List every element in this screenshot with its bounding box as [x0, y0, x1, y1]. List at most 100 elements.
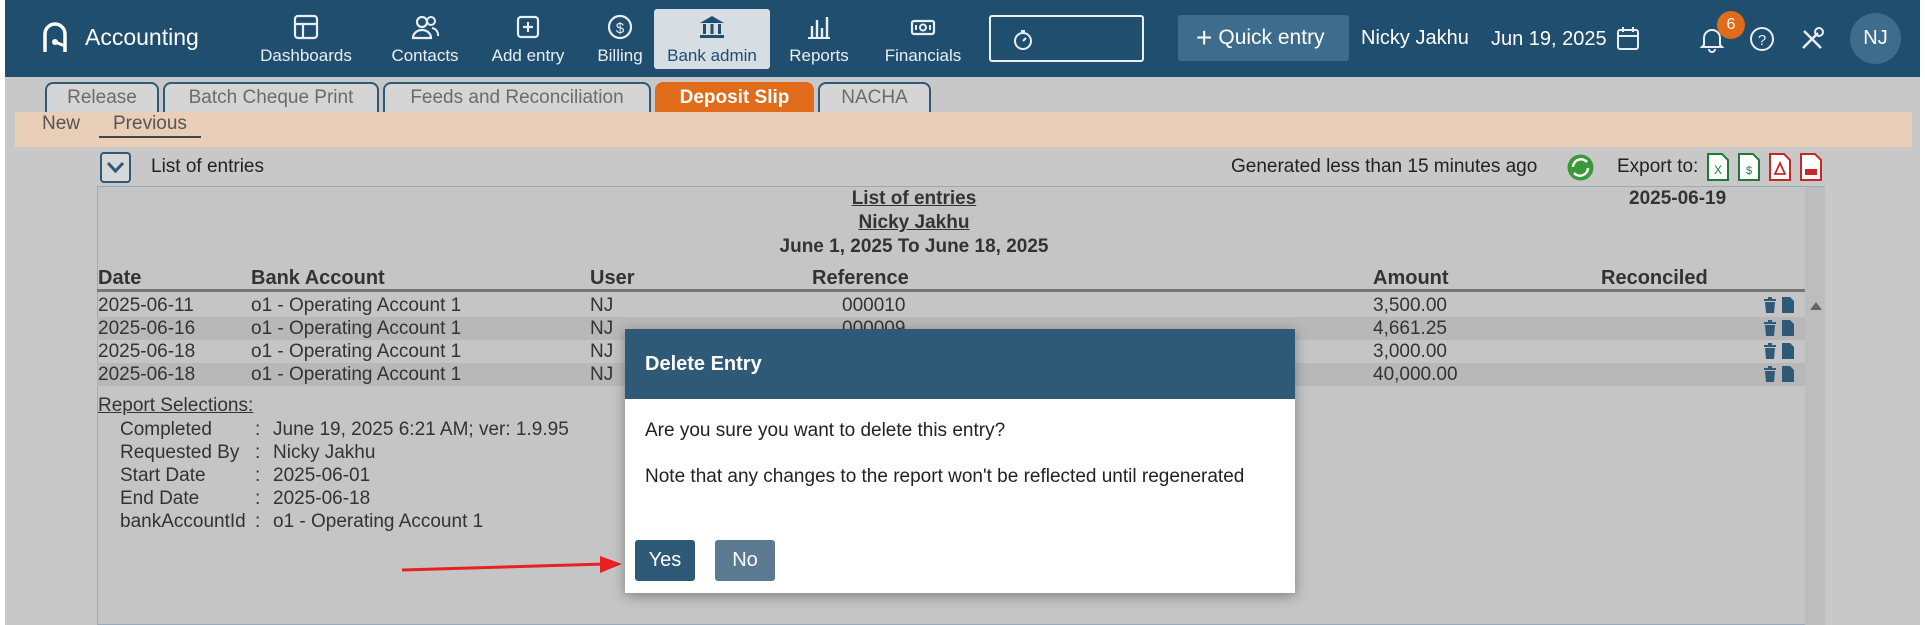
- selection-item: Requested By: Nicky Jakhu: [120, 442, 376, 463]
- nav-bank-admin[interactable]: Bank admin: [654, 9, 770, 69]
- pdf-alt-icon[interactable]: [1799, 152, 1823, 182]
- cell-date: 2025-06-18: [98, 341, 196, 362]
- delete-entry-dialog: Delete Entry Are you sure you want to de…: [625, 329, 1295, 593]
- svg-text:$: $: [1746, 165, 1752, 177]
- row-actions: [1763, 320, 1795, 336]
- dashboard-icon: [293, 14, 319, 40]
- plus-icon: +: [1196, 22, 1213, 53]
- column-header-reconciled[interactable]: Reconciled: [1601, 267, 1708, 290]
- trash-icon[interactable]: [1763, 320, 1777, 336]
- trash-icon[interactable]: [1763, 343, 1777, 359]
- nav-label: Dashboards: [260, 46, 352, 65]
- cell-amount: 40,000.00: [1373, 364, 1458, 385]
- selection-key: Start Date: [120, 465, 206, 486]
- yes-button[interactable]: Yes: [635, 540, 695, 581]
- generated-status: Generated less than 15 minutes ago: [1231, 156, 1538, 177]
- document-icon[interactable]: [1781, 343, 1795, 359]
- cell-reference: 000010: [842, 295, 906, 316]
- tab-batch-cheque-print[interactable]: Batch Cheque Print: [163, 82, 379, 112]
- current-date[interactable]: Jun 19, 2025: [1491, 28, 1607, 51]
- cell-bank-account: o1 - Operating Account 1: [251, 318, 462, 339]
- selection-item: Start Date:2025-06-01: [120, 465, 371, 486]
- selection-value: 2025-06-01: [273, 465, 371, 486]
- tab-deposit-slip[interactable]: Deposit Slip: [655, 82, 814, 112]
- column-header-user[interactable]: User: [590, 267, 634, 290]
- table-row[interactable]: 2025-06-11 o1 - Operating Account 1 NJ 0…: [97, 294, 1805, 317]
- nav-financials[interactable]: Financials: [878, 9, 968, 69]
- nav-label: Billing: [597, 46, 643, 65]
- calendar-icon[interactable]: [1616, 25, 1640, 51]
- document-icon[interactable]: [1781, 366, 1795, 382]
- selection-item: End Date:2025-06-18: [120, 488, 371, 509]
- column-header-bank-account[interactable]: Bank Account: [251, 267, 385, 290]
- svg-text:X: X: [1714, 163, 1722, 177]
- timer-button[interactable]: [989, 15, 1144, 62]
- nav-label: Add entry: [491, 46, 565, 65]
- pdf-icon[interactable]: [1768, 152, 1792, 182]
- report-period: June 1, 2025 To June 18, 2025: [779, 236, 1049, 257]
- current-user-name[interactable]: Nicky Jakhu: [1361, 27, 1469, 50]
- column-header-reference[interactable]: Reference: [812, 267, 909, 290]
- tab-feeds-and-reconciliation[interactable]: Feeds and Reconciliation: [383, 82, 651, 112]
- nav-add-entry[interactable]: Add entry: [483, 9, 573, 69]
- help-icon[interactable]: ?: [1749, 26, 1775, 52]
- tab-bar: Release Batch Cheque Print Feeds and Rec…: [45, 82, 935, 112]
- nav-reports[interactable]: Reports: [784, 9, 854, 69]
- document-icon[interactable]: [1781, 297, 1795, 313]
- tab-nacha[interactable]: NACHA: [818, 82, 931, 112]
- column-header-date[interactable]: Date: [98, 267, 141, 290]
- selection-key: End Date: [120, 488, 200, 509]
- selection-value: June 19, 2025 6:21 AM; ver: 1.9.95: [273, 419, 569, 440]
- header-divider: [97, 289, 1805, 292]
- subtab-bar: [15, 112, 1912, 147]
- scroll-up-arrow-icon[interactable]: [1810, 302, 1822, 310]
- report-subtitle: Nicky Jakhu: [858, 212, 970, 233]
- cell-bank-account: o1 - Operating Account 1: [251, 341, 462, 362]
- add-entry-icon: [516, 15, 540, 39]
- cell-user: NJ: [590, 364, 614, 385]
- no-button[interactable]: No: [715, 540, 775, 581]
- svg-text:?: ?: [1758, 32, 1766, 49]
- excel-icon[interactable]: X: [1706, 152, 1730, 182]
- report-selections-heading: Report Selections:: [98, 395, 254, 416]
- selection-key: Completed: [120, 419, 212, 440]
- quick-entry-button[interactable]: + Quick entry: [1178, 15, 1349, 61]
- column-header-amount[interactable]: Amount: [1373, 267, 1449, 290]
- trash-icon[interactable]: [1763, 297, 1777, 313]
- nav-label: Reports: [789, 46, 849, 65]
- report-scrollbar[interactable]: [1805, 187, 1825, 625]
- cell-date: 2025-06-18: [98, 364, 196, 385]
- app-logo-icon: [43, 22, 67, 52]
- notification-badge[interactable]: 6: [1717, 11, 1745, 39]
- cell-date: 2025-06-16: [98, 318, 196, 339]
- refresh-icon[interactable]: [1565, 152, 1596, 183]
- csv-icon[interactable]: $: [1737, 152, 1761, 182]
- subtab-previous[interactable]: Previous: [99, 113, 201, 138]
- selection-item: Completed: June 19, 2025 6:21 AM; ver: 1.…: [120, 419, 569, 440]
- financials-cash-icon: [910, 19, 936, 36]
- cell-bank-account: o1 - Operating Account 1: [251, 364, 462, 385]
- stopwatch-icon: [1014, 30, 1032, 50]
- row-actions: [1763, 366, 1795, 382]
- top-navbar: Accounting Dashboards Contacts Add entry…: [5, 0, 1920, 77]
- svg-text:$: $: [616, 20, 625, 37]
- selection-value: Nicky Jakhu: [273, 442, 376, 463]
- tab-release[interactable]: Release: [45, 82, 159, 112]
- nav-billing[interactable]: $ Billing: [590, 9, 650, 69]
- document-icon[interactable]: [1781, 320, 1795, 336]
- selection-key: Requested By: [120, 442, 240, 463]
- tools-icon[interactable]: [1798, 25, 1826, 53]
- nav-label: Contacts: [391, 46, 459, 65]
- dialog-question: Are you sure you want to delete this ent…: [645, 420, 1006, 441]
- billing-dollar-icon: $: [607, 14, 633, 40]
- collapse-toggle-button[interactable]: [100, 152, 131, 183]
- cell-user: NJ: [590, 318, 614, 339]
- avatar[interactable]: NJ: [1850, 13, 1901, 64]
- nav-dashboards[interactable]: Dashboards: [256, 9, 356, 69]
- app-brand[interactable]: Accounting: [41, 20, 199, 54]
- trash-icon[interactable]: [1763, 366, 1777, 382]
- nav-contacts[interactable]: Contacts: [385, 9, 465, 69]
- chevron-down-icon: [106, 161, 125, 174]
- cell-user: NJ: [590, 295, 614, 316]
- subtab-new[interactable]: New: [42, 113, 80, 138]
